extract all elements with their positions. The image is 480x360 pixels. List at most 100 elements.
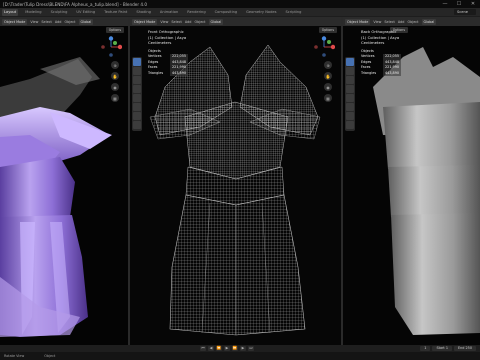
grid-icon[interactable]: ▦ (324, 94, 332, 102)
scene-name[interactable]: Scene (454, 9, 476, 15)
workspace-tab-uv-editing[interactable]: UV Editing (74, 9, 97, 16)
navigation-gizmo[interactable] (313, 36, 335, 58)
mode-dropdown[interactable]: Object Mode (132, 18, 158, 25)
menu-view[interactable]: View (160, 20, 168, 24)
camera-icon[interactable]: ◉ (324, 83, 332, 91)
maximize-button[interactable]: ☐ (452, 0, 466, 8)
transform-tool-icon[interactable] (346, 103, 354, 111)
current-frame[interactable]: 1 (420, 346, 431, 351)
workspace-tab-scripting[interactable]: Scripting (283, 9, 303, 16)
purple-dress-render (0, 17, 128, 345)
prev-keyframe-icon[interactable]: ◀ (208, 346, 214, 351)
scale-tool-icon[interactable] (133, 94, 141, 102)
status-bar: Rotate View Object (0, 352, 480, 360)
play-reverse-icon[interactable]: ⏪ (216, 346, 222, 351)
window-title: [D:\Trader\Tulip Dress\BLEND\FA Alpheus_… (3, 1, 148, 7)
menu-view[interactable]: View (30, 20, 38, 24)
workspace-tab-compositing[interactable]: Compositing (213, 9, 240, 16)
workspace-tab-texture-paint[interactable]: Texture Paint (102, 9, 129, 16)
move-tool-icon[interactable] (346, 76, 354, 84)
menu-object[interactable]: Object (407, 20, 418, 24)
rotate-tool-icon[interactable] (133, 85, 141, 93)
playback-controls: ⏮ ◀ ⏪ ▶ ⏩ ▶ ⏭ (200, 346, 254, 351)
measure-tool-icon[interactable] (133, 121, 141, 129)
workspace-tab-layout[interactable]: Layout (2, 8, 19, 16)
menu-add[interactable]: Add (398, 20, 405, 24)
orientation-dropdown[interactable]: Global (421, 18, 437, 25)
scale-tool-icon[interactable] (346, 94, 354, 102)
select-tool-icon[interactable] (346, 58, 354, 66)
options-button[interactable]: Options (318, 27, 337, 33)
tool-shelf (132, 57, 142, 131)
cursor-tool-icon[interactable] (133, 67, 141, 75)
step-icon[interactable]: ▶ (240, 346, 246, 351)
tool-shelf (345, 57, 355, 131)
statistics-overlay: Objects Vertices 222,055 Edges 443,848 Fac… (361, 49, 402, 77)
menu-object[interactable]: Object (194, 20, 205, 24)
jump-end-icon[interactable]: ⏭ (248, 346, 254, 351)
options-button[interactable]: Options (105, 27, 124, 33)
workspace-tab-animation[interactable]: Animation (158, 9, 180, 16)
stat-label: Triangles (361, 70, 377, 75)
navigation-gizmo[interactable] (100, 36, 122, 58)
menu-add[interactable]: Add (55, 20, 62, 24)
view-name: Back Orthographic (361, 29, 397, 34)
menu-view[interactable]: View (373, 20, 381, 24)
viewport-info: Back Orthographic (1) Collection | Asya … (361, 29, 399, 46)
stat-value: 443,890 (170, 70, 189, 77)
orientation-dropdown[interactable]: Global (208, 18, 224, 25)
viewport-header-right: Object Mode View Select Add Object Globa… (343, 17, 480, 26)
workspace-tab-modeling[interactable]: Modeling (23, 9, 43, 16)
workspace-tabs: Layout Modeling Sculpting UV Editing Texture… (0, 8, 480, 16)
cursor-tool-icon[interactable] (346, 67, 354, 75)
menu-object[interactable]: Object (64, 20, 75, 24)
minimize-button[interactable]: — (438, 0, 452, 8)
camera-icon[interactable]: ◉ (111, 83, 119, 91)
workspace-tab-geometry-nodes[interactable]: Geometry Nodes (244, 9, 278, 16)
units-label: Centimeters (148, 40, 172, 46)
status-hint-rotate: Rotate View (4, 354, 25, 358)
menu-select[interactable]: Select (41, 20, 51, 24)
transform-tool-icon[interactable] (133, 103, 141, 111)
scene-selector: Scene (454, 8, 476, 16)
menu-select[interactable]: Select (171, 20, 181, 24)
stat-value: 443,890 (383, 70, 402, 77)
annotate-tool-icon[interactable] (346, 112, 354, 120)
select-tool-icon[interactable] (133, 58, 141, 66)
viewport-left[interactable]: Object Mode View Select Add Object Globa… (0, 17, 128, 345)
viewport-header-left: Object Mode View Select Add Object Globa… (0, 17, 128, 26)
zoom-icon[interactable]: ⊕ (324, 61, 332, 69)
pan-hand-icon[interactable]: ✋ (111, 72, 119, 80)
status-hint-object: Object (44, 354, 56, 358)
units-label: Centimeters (361, 40, 385, 46)
move-tool-icon[interactable] (133, 76, 141, 84)
rotate-tool-icon[interactable] (346, 85, 354, 93)
workspace-tab-shading[interactable]: Shading (134, 9, 153, 16)
menu-select[interactable]: Select (384, 20, 394, 24)
viewport-middle[interactable]: Object Mode View Select Add Object Globa… (130, 17, 341, 345)
viewport-header-middle: Object Mode View Select Add Object Globa… (130, 17, 341, 26)
play-icon[interactable]: ▶ (224, 346, 230, 351)
end-frame[interactable]: End 250 (454, 346, 476, 351)
menu-add[interactable]: Add (185, 20, 192, 24)
jump-start-icon[interactable]: ⏮ (200, 346, 206, 351)
mode-dropdown[interactable]: Object Mode (2, 18, 28, 25)
measure-tool-icon[interactable] (346, 121, 354, 129)
statistics-overlay: Objects Vertices 222,055 Edges 443,848 Fac… (148, 49, 189, 77)
view-name: Front Orthographic (148, 29, 184, 34)
workspace-tab-rendering[interactable]: Rendering (185, 9, 207, 16)
workspace-tab-sculpting[interactable]: Sculpting (49, 9, 70, 16)
start-frame[interactable]: Start 1 (432, 346, 452, 351)
mode-dropdown[interactable]: Object Mode (345, 18, 371, 25)
stat-label: Triangles (148, 70, 164, 75)
grid-icon[interactable]: ▦ (111, 94, 119, 102)
close-button[interactable]: ✕ (466, 0, 480, 8)
title-bar: [D:\Trader\Tulip Dress\BLEND\FA Alpheus_… (0, 0, 480, 8)
next-keyframe-icon[interactable]: ⏩ (232, 346, 238, 351)
orientation-dropdown[interactable]: Global (78, 18, 94, 25)
zoom-icon[interactable]: ⊕ (111, 61, 119, 69)
pan-hand-icon[interactable]: ✋ (324, 72, 332, 80)
viewport-right[interactable]: Object Mode View Select Add Object Globa… (343, 17, 480, 345)
annotate-tool-icon[interactable] (133, 112, 141, 120)
frame-range: 1 Start 1 End 250 (420, 346, 476, 351)
